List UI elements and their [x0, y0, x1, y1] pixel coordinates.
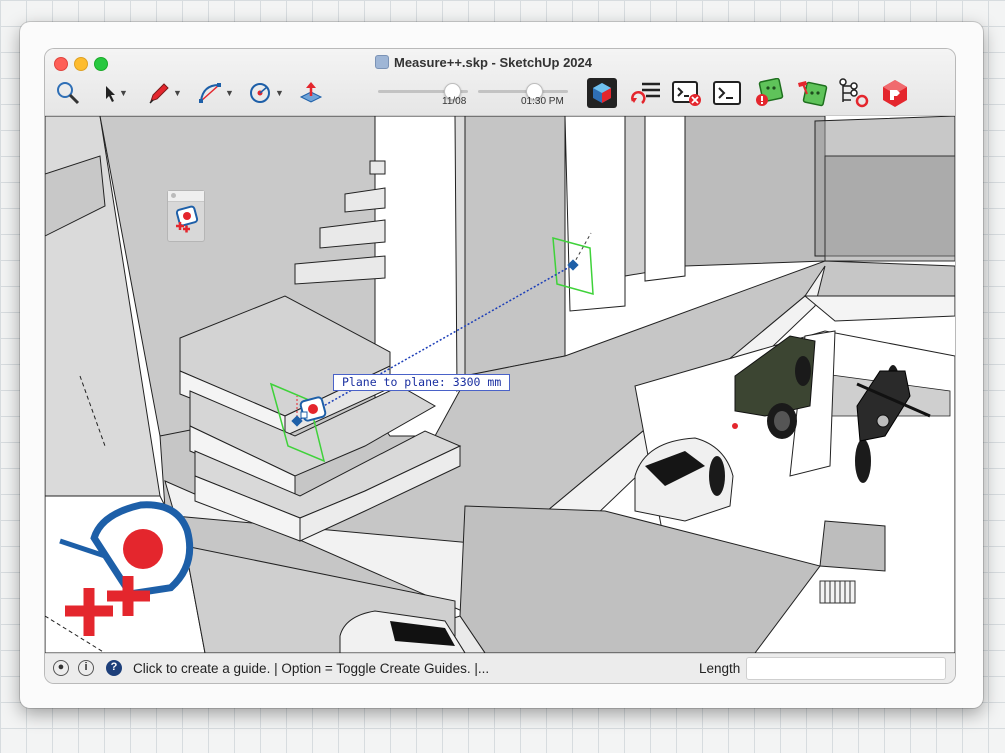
- status-message: Click to create a guide. | Option = Togg…: [133, 661, 490, 676]
- check-warnings-button[interactable]: [753, 78, 785, 107]
- zoom-tool-button[interactable]: [55, 79, 81, 107]
- ruby-extension-button[interactable]: [880, 79, 910, 107]
- document-icon: [375, 55, 389, 69]
- geo-location-icon[interactable]: ●: [53, 660, 69, 676]
- reload-list-button[interactable]: [630, 79, 662, 107]
- pencil-icon: [149, 83, 169, 104]
- hammer-chip-icon: [798, 81, 828, 107]
- console-icon: [713, 81, 741, 105]
- ruby-console-button[interactable]: [713, 79, 743, 107]
- warning-chip-icon: [756, 78, 784, 106]
- arc-icon: [199, 83, 221, 103]
- chevron-down-icon[interactable]: ▼: [225, 88, 234, 98]
- arc-tool-button[interactable]: ▼: [197, 79, 234, 107]
- minimize-window-button[interactable]: [74, 57, 88, 71]
- section-cube-button[interactable]: [586, 78, 618, 108]
- push-pull-icon: [299, 82, 323, 103]
- shadow-date-label: 11/08: [442, 96, 467, 107]
- rotate-tool-button[interactable]: ▼: [247, 79, 284, 107]
- search-icon: [57, 82, 80, 105]
- section-cube-icon: [587, 78, 617, 108]
- rotate-icon: [250, 83, 270, 103]
- shadow-time-label: 01:30 PM: [521, 96, 564, 107]
- measurement-tooltip: Plane to plane: 3300 mm: [333, 374, 511, 391]
- window-title: Measure++.skp - SketchUp 2024: [375, 54, 592, 70]
- maximize-window-button[interactable]: [94, 57, 108, 71]
- 3d-viewport[interactable]: Plane to plane: 3300 mm: [45, 116, 955, 653]
- shadow-time-slider-track[interactable]: [478, 90, 568, 93]
- chevron-down-icon[interactable]: ▼: [173, 88, 182, 98]
- titlebar: Measure++.skp - SketchUp 2024 ▼ ▼ ▼ ▼ 11…: [45, 49, 955, 116]
- length-input[interactable]: [746, 657, 946, 680]
- mini-toolbar-header: [168, 191, 204, 202]
- ruby-cube-icon: [883, 80, 907, 107]
- select-arrow-icon: [106, 86, 115, 102]
- console-close-icon: [672, 81, 701, 106]
- push-pull-tool-button[interactable]: [298, 79, 324, 107]
- outliner-button[interactable]: [837, 78, 869, 108]
- build-tools-button[interactable]: [795, 79, 829, 107]
- tree-node-icon: [839, 78, 869, 108]
- chevron-down-icon[interactable]: ▼: [119, 88, 128, 98]
- measure-plus-plus-mini-toolbar[interactable]: [167, 190, 205, 242]
- instructor-help-icon[interactable]: ?: [106, 660, 122, 676]
- close-console-button[interactable]: [672, 79, 702, 107]
- pencil-tool-button[interactable]: ▼: [147, 79, 182, 107]
- sketchup-window: Measure++.skp - SketchUp 2024 ▼ ▼ ▼ ▼ 11…: [45, 49, 955, 683]
- chevron-down-icon[interactable]: ▼: [275, 88, 284, 98]
- select-tool-button[interactable]: ▼: [103, 79, 128, 107]
- close-window-button[interactable]: [54, 57, 68, 71]
- credits-info-icon[interactable]: i: [78, 660, 94, 676]
- measure-tool-icon[interactable]: [168, 202, 204, 240]
- refresh-list-icon: [631, 82, 660, 104]
- window-title-text: Measure++.skp - SketchUp 2024: [394, 54, 592, 70]
- status-bar: ● i ? Click to create a guide. | Option …: [45, 653, 955, 683]
- length-label: Length: [699, 661, 741, 676]
- tape-measure-cursor-icon: [299, 396, 327, 422]
